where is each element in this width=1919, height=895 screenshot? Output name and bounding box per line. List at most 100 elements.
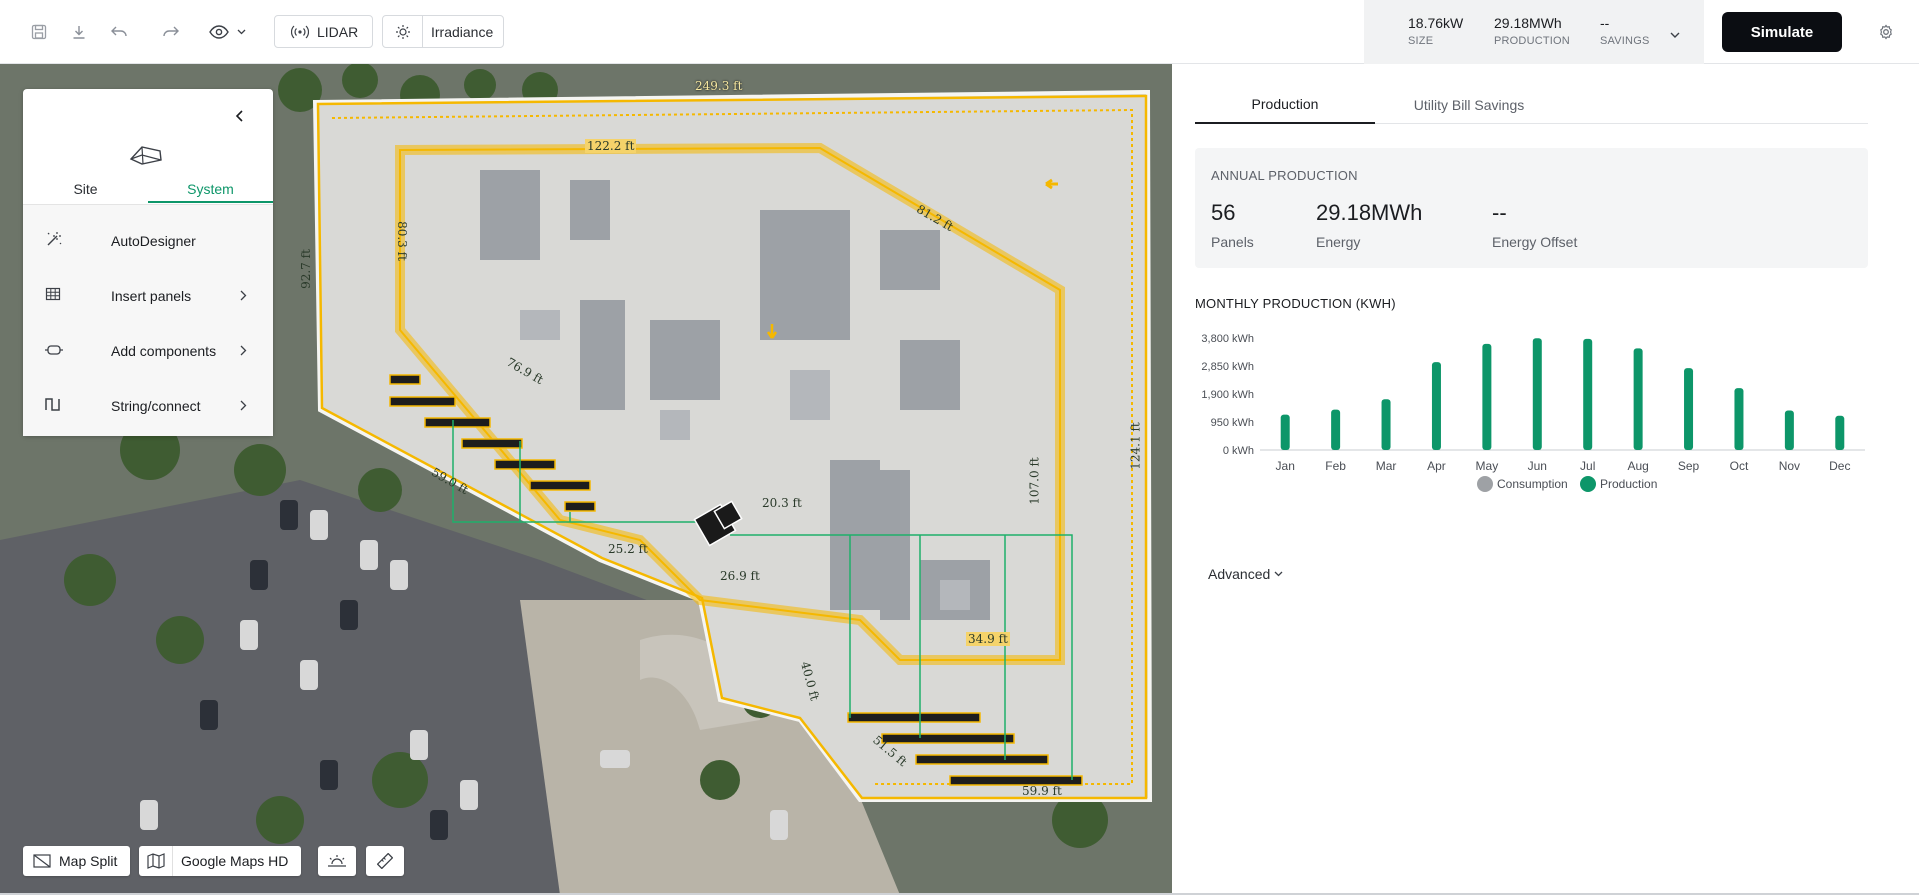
- visibility-dropdown[interactable]: [203, 16, 251, 48]
- monthly-production-chart: 0 kWh 950 kWh 1,900 kWh 2,850 kWh 3,800 kWh J…: [1201, 333, 1865, 492]
- summary-chevron-down-icon[interactable]: [1670, 26, 1680, 44]
- x-tick-label: Oct: [1730, 459, 1749, 473]
- x-tick-label: Jan: [1276, 459, 1295, 473]
- x-tick-label: Jul: [1580, 459, 1595, 473]
- results-tabs: Production Utility Bill Savings: [1195, 86, 1868, 124]
- measurement-label: 20.3 ft: [762, 496, 802, 510]
- lidar-button[interactable]: LIDAR: [274, 15, 373, 48]
- measurement-label: 34.9 ft: [966, 632, 1010, 646]
- legend-swatch-consumption: [1477, 476, 1493, 492]
- measurement-label: 26.9 ft: [720, 569, 760, 583]
- x-tick-label: Apr: [1427, 459, 1446, 473]
- gear-icon[interactable]: [1870, 16, 1902, 48]
- production-bar: [1784, 410, 1794, 450]
- x-tick-label: Feb: [1325, 459, 1346, 473]
- production-bar: [1431, 362, 1441, 450]
- sun-icon: [383, 16, 423, 47]
- ruler-icon: [377, 853, 393, 869]
- energy-value: 29.18MWh: [1316, 200, 1423, 225]
- measurement-label: 25.2 ft: [608, 542, 648, 556]
- production-bar: [1583, 338, 1593, 450]
- chevron-down-icon: [237, 29, 245, 35]
- annual-production-card: ANNUAL PRODUCTION 56 Panels 29.18MWh Ene…: [1195, 148, 1868, 268]
- map-split-label: Map Split: [59, 853, 118, 869]
- measurement-label: 124.1 ft: [1128, 422, 1143, 470]
- x-tick-label: Sep: [1678, 459, 1700, 473]
- lidar-label: LIDAR: [317, 23, 359, 40]
- production-bar: [1381, 399, 1391, 450]
- save-icon[interactable]: [23, 16, 55, 48]
- menu-item-string-connect[interactable]: String/connect: [23, 378, 273, 433]
- menu-item-insert-panels[interactable]: Insert panels: [23, 268, 273, 323]
- size-label: SIZE: [1408, 35, 1434, 47]
- monthly-production-title: MONTHLY PRODUCTION (KWH): [1195, 296, 1396, 311]
- menu-item-add-components[interactable]: Add components: [23, 323, 273, 378]
- download-icon[interactable]: [63, 16, 95, 48]
- x-tick-label: Nov: [1779, 459, 1800, 473]
- advanced-toggle[interactable]: Advanced: [1208, 566, 1283, 582]
- y-tick-label: 0 kWh: [1223, 445, 1254, 457]
- design-panel: Site System AutoDesigner Insert panels A…: [23, 89, 273, 436]
- y-tick-label: 1,900 kWh: [1201, 389, 1254, 401]
- chevron-down-icon: [1274, 571, 1283, 577]
- energy-label: Energy: [1316, 234, 1361, 250]
- undo-icon[interactable]: [103, 16, 135, 48]
- menu-item-label: AutoDesigner: [111, 232, 196, 249]
- menu-item-label: Add components: [111, 342, 217, 359]
- menu-item-autodesigner[interactable]: AutoDesigner: [23, 213, 273, 268]
- production-bar: [1684, 368, 1694, 450]
- measurement-label: 92.7 ft: [298, 249, 313, 289]
- size-value: 18.76kW: [1408, 15, 1464, 31]
- measure-tool-button[interactable]: [366, 846, 404, 876]
- measurement-label: 59.9 ft: [1022, 784, 1062, 798]
- panels-stat: 56 Panels: [1211, 200, 1254, 250]
- eye-icon: [208, 25, 229, 39]
- savings-value: --: [1600, 15, 1610, 31]
- chevron-left-icon[interactable]: [235, 109, 245, 127]
- legend-swatch-production: [1580, 476, 1596, 492]
- x-tick-label: Mar: [1376, 459, 1397, 473]
- energy-offset-label: Energy Offset: [1492, 234, 1578, 250]
- chevron-right-icon: [240, 343, 247, 359]
- chevron-right-icon: [240, 288, 247, 304]
- production-bar: [1482, 343, 1492, 450]
- chevron-right-icon: [240, 398, 247, 414]
- redo-icon[interactable]: [155, 16, 187, 48]
- legend-label-consumption: Consumption: [1497, 477, 1568, 491]
- x-tick-label: Jun: [1528, 459, 1547, 473]
- energy-stat: 29.18MWh Energy: [1316, 200, 1422, 250]
- map-icon: [139, 846, 173, 876]
- simulate-button[interactable]: Simulate: [1722, 12, 1842, 52]
- tab-production[interactable]: Production: [1195, 86, 1375, 124]
- production-bar: [1532, 338, 1542, 450]
- advanced-label: Advanced: [1208, 566, 1271, 582]
- tab-site[interactable]: Site: [23, 181, 148, 203]
- energy-offset-stat: -- Energy Offset: [1492, 200, 1577, 250]
- production-stat: 29.18MWh PRODUCTION: [1494, 15, 1570, 47]
- y-tick-label: 3,800 kWh: [1201, 333, 1254, 345]
- tab-system[interactable]: System: [148, 181, 273, 203]
- google-maps-label: Google Maps HD: [181, 853, 289, 869]
- irradiance-label: Irradiance: [431, 23, 494, 40]
- roof-icon: [128, 141, 164, 172]
- menu-item-label: String/connect: [111, 397, 201, 414]
- irradiance-button[interactable]: Irradiance: [382, 15, 504, 48]
- string-icon: [23, 397, 111, 414]
- measurement-label: 80.3 ft: [394, 221, 409, 261]
- map-split-button[interactable]: Map Split: [23, 846, 130, 876]
- magic-wand-icon: [23, 230, 111, 251]
- y-tick-label: 950 kWh: [1211, 417, 1254, 429]
- google-maps-button[interactable]: Google Maps HD: [139, 846, 301, 876]
- results-panel: Production Utility Bill Savings ANNUAL P…: [1172, 64, 1919, 895]
- x-tick-label: May: [1476, 459, 1499, 473]
- top-toolbar: LIDAR Irradiance 18.76kW SIZE 29.18MWh P…: [0, 0, 1919, 64]
- savings-label: SAVINGS: [1600, 35, 1650, 47]
- sun-position-button[interactable]: [318, 846, 356, 876]
- tab-utility-bill-savings[interactable]: Utility Bill Savings: [1375, 86, 1563, 124]
- legend-label-production: Production: [1600, 477, 1657, 491]
- annual-production-title: ANNUAL PRODUCTION: [1211, 168, 1358, 183]
- x-tick-label: Dec: [1829, 459, 1850, 473]
- measurement-label: 249.3 ft: [695, 79, 743, 93]
- production-value: 29.18MWh: [1494, 15, 1562, 31]
- grid-icon: [23, 286, 111, 305]
